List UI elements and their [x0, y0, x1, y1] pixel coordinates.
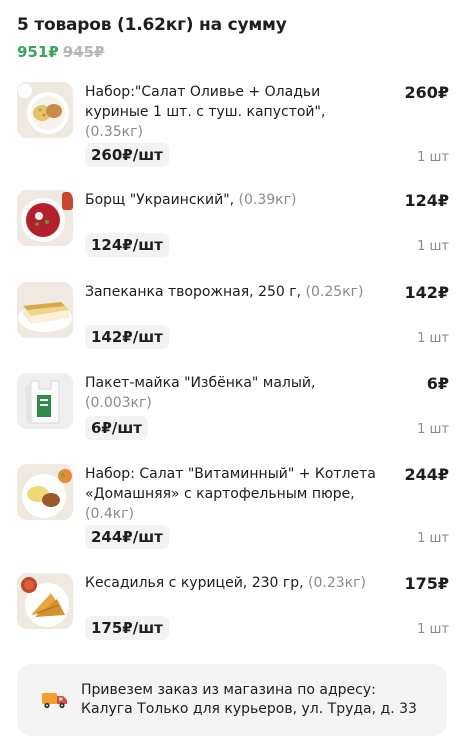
quesadilla-thumbnail — [17, 573, 73, 629]
item-name: Кесадилья с курицей, 230 гр, (0.23кг) — [85, 575, 366, 591]
unit-price-chip: 244₽/шт — [85, 525, 169, 549]
list-item[interactable]: Пакет-майка "Избёнка" малый, (0.003кг) 6… — [17, 373, 449, 443]
item-name: Борщ "Украинский", (0.39кг) — [85, 192, 297, 208]
unit-price-chip: 142₽/шт — [85, 325, 169, 349]
item-weight: (0.4кг) — [85, 506, 134, 522]
unit-price-chip: 175₽/шт — [85, 616, 169, 640]
salad-and-pancakes-thumbnail — [17, 82, 73, 138]
total-price: 951₽ — [17, 43, 59, 61]
delivery-address: Калуга Только для курьеров, ул. Труда, д… — [81, 701, 417, 717]
item-total: 6₽ — [426, 374, 449, 393]
casserole-thumbnail — [17, 282, 73, 338]
summary-title: 5 товаров (1.62кг) на сумму — [17, 15, 287, 35]
item-name: Пакет-майка "Избёнка" малый, (0.003кг) — [85, 375, 316, 411]
item-total: 124₽ — [404, 191, 449, 210]
item-quantity: 1 шт — [417, 531, 449, 546]
summary-prices: 951₽ 945₽ — [17, 42, 447, 62]
item-total: 260₽ — [404, 83, 449, 102]
item-weight: (0.003кг) — [85, 395, 152, 411]
item-name: Набор: Салат "Витаминный" + Котлета «Дом… — [85, 466, 376, 522]
list-item[interactable]: Набор: Салат "Витаминный" + Котлета «Дом… — [17, 464, 449, 554]
item-weight: (0.25кг) — [305, 284, 364, 300]
item-quantity: 1 шт — [417, 422, 449, 437]
item-total: 142₽ — [404, 283, 449, 302]
delivery-line-1: Привезем заказ из магазина по адресу: — [81, 682, 376, 698]
unit-price-chip: 124₽/шт — [85, 233, 169, 257]
unit-price-chip: 6₽/шт — [85, 416, 148, 440]
item-name: Набор:"Салат Оливье + Оладьи куриные 1 ш… — [85, 84, 326, 140]
item-quantity: 1 шт — [417, 239, 449, 254]
unit-price-chip: 260₽/шт — [85, 143, 169, 167]
item-weight: (0.39кг) — [238, 192, 297, 208]
item-total: 244₽ — [404, 465, 449, 484]
item-weight: (0.35кг) — [85, 124, 143, 140]
item-name: Запеканка творожная, 250 г, (0.25кг) — [85, 284, 364, 300]
item-weight: (0.23кг) — [308, 575, 366, 591]
list-item[interactable]: Набор:"Салат Оливье + Оладьи куриные 1 ш… — [17, 82, 449, 174]
item-total: 175₽ — [404, 574, 449, 593]
item-quantity: 1 шт — [417, 331, 449, 346]
list-item[interactable]: Запеканка творожная, 250 г, (0.25кг) 142… — [17, 282, 449, 352]
borscht-thumbnail — [17, 190, 73, 246]
list-item[interactable]: Кесадилья с курицей, 230 гр, (0.23кг) 17… — [17, 573, 449, 643]
list-item[interactable]: Борщ "Украинский", (0.39кг) 124₽ 124₽/шт… — [17, 190, 449, 260]
delivery-info: Привезем заказ из магазина по адресу: Ка… — [17, 664, 447, 736]
order-summary: 5 товаров (1.62кг) на сумму 951₽ 945₽ — [17, 12, 447, 62]
old-price: 945₽ — [62, 43, 105, 61]
bag-thumbnail — [17, 373, 73, 429]
delivery-text: Привезем заказ из магазина по адресу: Ка… — [81, 681, 437, 719]
cutlet-mash-thumbnail — [17, 464, 73, 520]
delivery-truck-icon — [42, 690, 68, 710]
item-quantity: 1 шт — [417, 622, 449, 637]
item-quantity: 1 шт — [417, 150, 449, 165]
